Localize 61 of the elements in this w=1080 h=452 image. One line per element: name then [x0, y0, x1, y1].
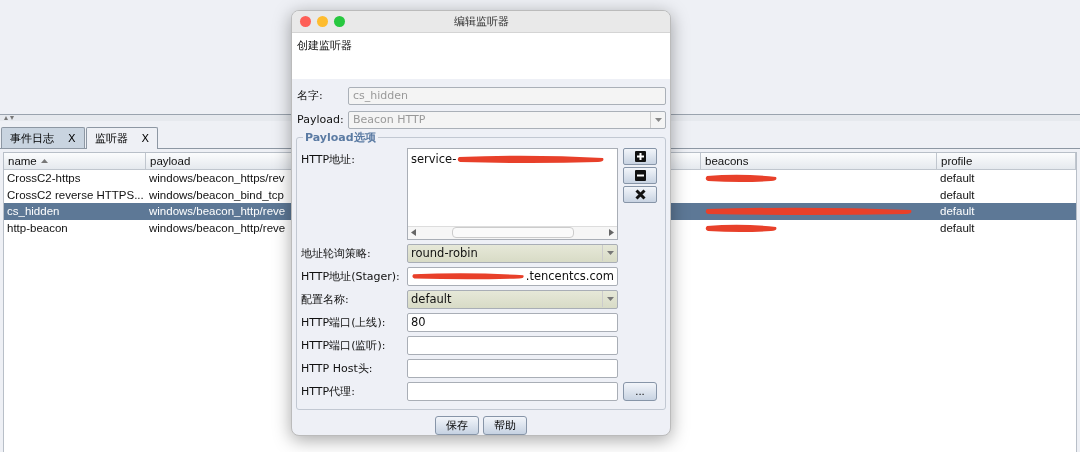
horizontal-scrollbar[interactable] [408, 225, 617, 239]
table-cell-text: http-beacon [6, 221, 69, 234]
field-label: Payload: [297, 113, 345, 127]
table-cell-text: default [939, 205, 976, 218]
field-label: 名字: [297, 88, 324, 104]
splitter-arrows-icon [4, 115, 16, 121]
sort-arrow-icon [40, 159, 48, 163]
dropdown-arrow-icon [606, 251, 614, 256]
close-icon [634, 188, 646, 200]
tab-close-button[interactable]: X [141, 132, 150, 145]
text-field[interactable]: .tencentcs.com [407, 266, 618, 286]
column-header[interactable]: name [4, 153, 146, 169]
description-text: 创建监听器 [297, 38, 352, 52]
table-cell-text: windows/beacon_http/reve [148, 205, 287, 218]
text-field[interactable] [407, 358, 618, 378]
close-button[interactable] [300, 15, 311, 27]
minimize-button[interactable] [317, 15, 328, 27]
field-label: 配置名称: [301, 291, 350, 307]
browse-button[interactable]: ... [623, 381, 657, 401]
window-title: 编辑监听器 [453, 14, 509, 28]
table-cell-text: windows/beacon_bind_tcp [148, 188, 285, 201]
table-cell-text: windows/beacon_http/reve [148, 221, 287, 234]
address-list[interactable]: service- [407, 147, 618, 240]
text-field[interactable] [407, 335, 618, 355]
field-label: HTTP地址: [301, 151, 356, 167]
field-label: HTTP端口(上线): [301, 314, 387, 330]
dialog-button[interactable]: 保存 [435, 416, 479, 435]
tab[interactable]: 事件日志 X [1, 127, 85, 148]
maximize-button[interactable] [334, 15, 345, 27]
text-field[interactable] [407, 381, 618, 401]
field-label: 地址轮询策略: [301, 245, 372, 261]
list-item: service- [411, 151, 457, 166]
scroll-left-icon[interactable] [411, 229, 416, 237]
plus-icon [634, 150, 646, 162]
add-button[interactable] [623, 147, 657, 165]
dropdown[interactable]: round-robin [407, 243, 618, 263]
column-header[interactable]: profile [937, 153, 1076, 169]
dropdown-arrow-icon [606, 297, 614, 302]
field-label: HTTP代理: [301, 383, 356, 399]
dropdown[interactable]: default [407, 289, 618, 309]
scroll-right-icon[interactable] [609, 229, 614, 237]
field-label: HTTP端口(监听): [301, 337, 387, 353]
group-title: Payload选项 [303, 129, 378, 145]
table-cell-text: default [939, 221, 976, 234]
tab[interactable]: 监听器 X [85, 127, 159, 149]
text-field[interactable]: 80 [407, 312, 618, 332]
table-cell-text: CrossC2 reverse HTTPS... [6, 188, 145, 201]
remove-button[interactable] [623, 166, 657, 184]
clear-button[interactable] [623, 185, 657, 203]
dropdown-arrow-icon [654, 117, 662, 122]
table-cell-text: windows/beacon_https/rev [148, 172, 286, 185]
table-cell-text: CrossC2-https [6, 172, 82, 185]
table-cell-text: cs_hidden [6, 205, 61, 218]
field-label: HTTP地址(Stager): [301, 268, 401, 284]
minus-icon [634, 169, 646, 181]
tab-close-button[interactable]: X [68, 131, 76, 145]
field-label: HTTP Host头: [301, 360, 374, 376]
dialog-button[interactable]: 帮助 [483, 416, 527, 435]
table-cell-text: default [939, 172, 976, 185]
column-header[interactable]: beacons [701, 153, 937, 169]
table-cell-text: default [939, 188, 976, 201]
